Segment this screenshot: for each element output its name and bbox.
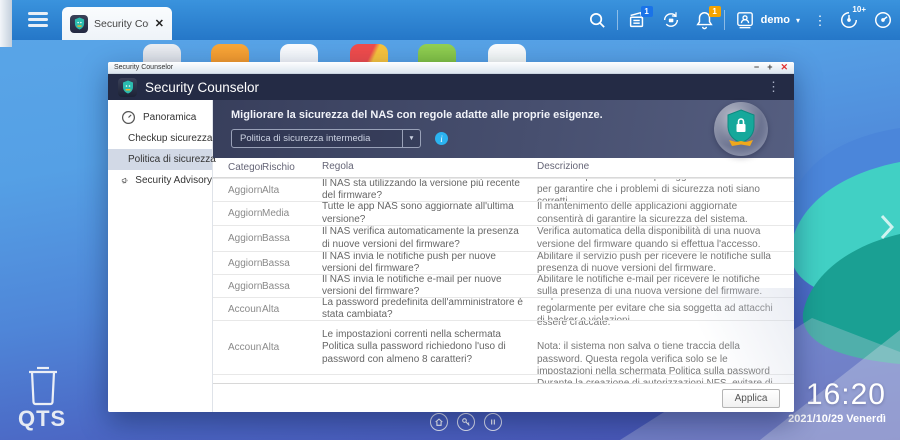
window-footer: Applica (213, 383, 794, 412)
table-row[interactable]: Account Alta Le impostazioni correnti ne… (213, 320, 794, 374)
sidebar-item-checkup-sicurezza[interactable]: Checkup sicurezza (108, 128, 212, 149)
table-row[interactable]: Aggiorna Media Tutte le app NAS sono agg… (213, 201, 794, 225)
window-main: Migliorare la sicurezza del NAS con rego… (213, 100, 794, 412)
window-header: Security Counselor ⋮ (108, 74, 794, 100)
window-close-icon[interactable]: ✕ (780, 63, 788, 72)
desktop-clock: 16:20 2021/10/29 Venerdì (788, 378, 886, 425)
security-counselor-window: Security Counselor − + ✕ Security Counse… (108, 62, 794, 412)
dashboard-icon[interactable] (866, 0, 900, 40)
security-counselor-app-icon (70, 15, 88, 33)
window-titlebar-title: Security Counselor (114, 64, 754, 71)
info-icon[interactable]: i (435, 132, 448, 145)
user-caret-icon: ▾ (796, 16, 800, 25)
tab-security-counselor[interactable]: Security Cou... ✕ (62, 7, 172, 40)
window-header-menu-icon[interactable]: ⋮ (763, 79, 784, 95)
myqnapcloud-icon[interactable] (430, 413, 448, 431)
policy-banner: Migliorare la sicurezza del NAS con rego… (213, 100, 794, 158)
resource-monitor-icon[interactable]: 10+ (832, 0, 866, 40)
user-menu[interactable]: demo ▾ (727, 11, 808, 29)
main-menu-icon[interactable] (28, 12, 48, 28)
topbar-divider (617, 10, 618, 30)
security-counselor-header-icon (118, 78, 137, 97)
window-minimize-icon[interactable]: − (754, 63, 759, 72)
more-options-icon[interactable]: ⋮ (808, 0, 832, 40)
sync-lock-icon[interactable] (654, 0, 688, 40)
recycle-bin-icon[interactable] (24, 362, 62, 406)
window-header-title: Security Counselor (145, 80, 755, 95)
tab-close-icon[interactable]: ✕ (155, 17, 164, 30)
table-row[interactable]: Aggiorna Alta Il NAS sta utilizzando la … (213, 178, 794, 201)
dashboard-columns-icon[interactable] (484, 413, 502, 431)
tasks-badge: 1 (641, 6, 653, 17)
table-row[interactable]: Account Alta La password predefinita del… (213, 297, 794, 320)
dropdown-caret-icon: ▼ (402, 130, 420, 147)
notifications-bell-icon[interactable]: 1 (688, 0, 722, 40)
apply-button[interactable]: Applica (722, 389, 780, 408)
banner-message: Migliorare la sicurezza del NAS con rego… (231, 109, 794, 121)
notifications-badge: 1 (709, 6, 721, 17)
table-row[interactable]: Aggiorna Bassa Il NAS invia le notifiche… (213, 274, 794, 297)
policy-dropdown-value: Politica di sicurezza intermedia (232, 133, 402, 144)
clock-time: 16:20 (788, 378, 886, 412)
table-row[interactable]: Durante la creazione di autorizzazioni N… (213, 374, 794, 383)
megaphone-icon (121, 173, 128, 188)
window-maximize-icon[interactable]: + (767, 63, 772, 72)
clock-date: 2021/10/29 Venerdì (788, 413, 886, 425)
column-header-regola[interactable]: Regola (322, 158, 537, 177)
resource-badge: 10+ (852, 5, 866, 14)
search-icon[interactable] (581, 0, 615, 40)
column-header-rischio[interactable]: Rischio (262, 158, 322, 177)
overview-gauge-icon (121, 110, 136, 125)
background-tasks-icon[interactable]: 1 (620, 0, 654, 40)
desktop-dock (430, 413, 502, 431)
utility-key-icon[interactable] (457, 413, 475, 431)
desktop: Security Cou... ✕ 1 1 demo ▾ (0, 0, 900, 440)
table-row[interactable]: Aggiorna Bassa Il NAS invia le notifiche… (213, 251, 794, 274)
side-panel-edge (0, 0, 12, 47)
security-shield-badge (714, 102, 768, 156)
sidebar-item-security-advisory[interactable]: Security Advisory (108, 170, 212, 191)
window-sidebar: Panoramica Checkup sicurezza Politica di… (108, 100, 213, 412)
sidebar-item-panoramica[interactable]: Panoramica (108, 107, 212, 128)
column-header-descrizione[interactable]: Descrizione (537, 158, 794, 177)
qts-logo: QTS (18, 406, 66, 432)
table-row[interactable]: Aggiorna Bassa Il NAS verifica automatic… (213, 225, 794, 251)
next-desktop-chevron-icon[interactable] (880, 214, 894, 240)
window-titlebar: Security Counselor − + ✕ (108, 62, 794, 74)
tab-label: Security Cou... (94, 18, 149, 30)
user-name: demo (761, 14, 790, 26)
user-avatar-icon (735, 11, 755, 29)
table-header-row: Categoria▼ Rischio Regola Descrizione (213, 158, 794, 178)
topbar-divider (724, 10, 725, 30)
policy-dropdown[interactable]: Politica di sicurezza intermedia ▼ (231, 129, 421, 148)
rules-table: Categoria▼ Rischio Regola Descrizione Ag… (213, 158, 794, 383)
column-header-categoria[interactable]: Categoria▼ (213, 158, 262, 177)
topbar: Security Cou... ✕ 1 1 demo ▾ (0, 0, 900, 40)
sidebar-item-politica-di-sicurezza[interactable]: Politica di sicurezza (108, 149, 212, 170)
